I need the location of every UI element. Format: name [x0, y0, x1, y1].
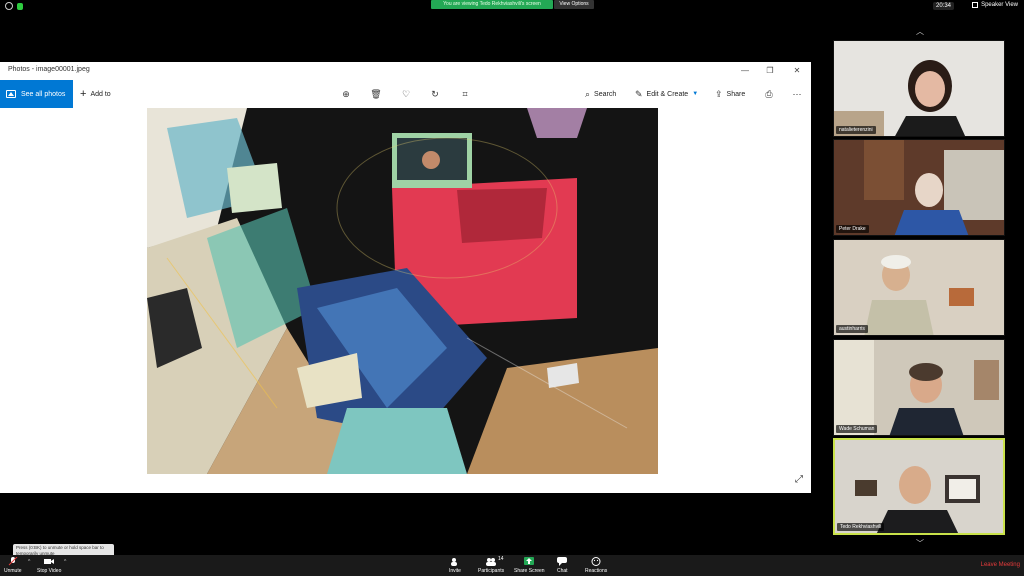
delete-icon[interactable]: 🗑: [369, 87, 383, 101]
unmute-button[interactable]: Unmute: [4, 557, 22, 574]
stop-video-button[interactable]: Stop Video: [37, 557, 61, 574]
reactions-button[interactable]: Reactions: [585, 557, 607, 574]
audio-options-chevron-icon[interactable]: ^: [28, 559, 30, 565]
unmute-label: Unmute: [4, 568, 22, 574]
invite-button[interactable]: Invite: [449, 557, 461, 574]
share-screen-label: Share Screen: [514, 568, 545, 574]
participant-tile-active-speaker[interactable]: Tedo Rekhviashvili: [833, 438, 1005, 535]
grid-icon: [972, 2, 979, 8]
share-label: Share: [726, 90, 746, 98]
participants-icon: [486, 558, 497, 566]
participants-label: Participants: [478, 568, 505, 574]
participants-count: 14: [498, 556, 504, 562]
stop-video-label: Stop Video: [37, 568, 62, 574]
chevron-down-icon[interactable]: ﹀: [913, 540, 927, 548]
print-icon[interactable]: ⎙: [762, 87, 776, 101]
search-label: Search: [594, 90, 617, 98]
participant-video: [835, 440, 1003, 533]
share-button[interactable]: ⇪ Share: [715, 80, 745, 108]
microphone-muted-icon: [8, 557, 18, 566]
crop-icon[interactable]: ⌗: [458, 87, 472, 101]
video-options-chevron-icon[interactable]: ^: [64, 559, 66, 565]
chat-icon: [557, 557, 568, 566]
edit-create-label: Edit & Create: [646, 90, 689, 98]
share-screen-button[interactable]: Share Screen: [514, 557, 545, 574]
expand-icon[interactable]: ⤢: [795, 474, 803, 485]
participant-tile[interactable]: austinharris: [833, 239, 1005, 336]
share-screen-icon: [524, 557, 535, 565]
top-bar: You are viewing Tedo Rekhviashvili's scr…: [0, 0, 1024, 12]
zoom-in-icon[interactable]: ⊕: [339, 87, 353, 101]
more-icon[interactable]: ⋯: [790, 87, 804, 101]
participant-video: [834, 240, 1004, 335]
participant-video: [834, 140, 1004, 235]
minimize-icon[interactable]: —: [735, 64, 755, 78]
meeting-time: 20:34: [932, 2, 954, 10]
participant-name: Peter Drake: [836, 225, 869, 233]
view-options-button[interactable]: View Options: [554, 0, 594, 9]
participant-video: [834, 41, 1004, 136]
invite-label: Invite: [449, 568, 461, 574]
photos-app-window: Photos - image00001.jpeg — ❐ ✕ See all p…: [0, 62, 811, 493]
zoom-window: You are viewing Tedo Rekhviashvili's scr…: [0, 0, 1024, 576]
see-all-photos-label: See all photos: [21, 90, 66, 98]
screen-share-banner: You are viewing Tedo Rekhviashvili's scr…: [431, 0, 553, 9]
reactions-label: Reactions: [585, 568, 608, 574]
photos-title-bar: Photos - image00001.jpeg — ❐ ✕: [0, 62, 811, 80]
lock-icon[interactable]: [17, 3, 23, 10]
speaker-view-button[interactable]: Speaker View: [972, 2, 1018, 8]
photos-toolbar: See all photos + Add to ⊕ 🗑 ♡ ↻ ⌗ ⌕ Sear…: [0, 80, 811, 108]
chevron-up-icon[interactable]: ︿: [913, 28, 927, 36]
smiley-icon: [591, 557, 601, 566]
top-left-icons: [5, 2, 23, 10]
info-icon[interactable]: [5, 2, 13, 10]
edit-create-button[interactable]: ✎ Edit & Create ▼: [635, 80, 698, 108]
restore-icon[interactable]: ❐: [760, 64, 780, 78]
participant-name: austinharris: [836, 325, 868, 333]
participant-name: Tedo Rekhviashvili: [837, 523, 885, 531]
gallery-icon: [6, 90, 16, 98]
artwork-illustration: [147, 108, 658, 474]
add-person-icon: [450, 558, 457, 566]
add-to-label: Add to: [90, 90, 111, 98]
heart-icon[interactable]: ♡: [399, 87, 413, 101]
participant-tile[interactable]: Peter Drake: [833, 139, 1005, 236]
participant-name: natalieterenzini: [836, 126, 876, 134]
participant-name: Wade Schuman: [836, 425, 878, 433]
plus-icon: +: [80, 88, 87, 100]
participant-tile[interactable]: natalieterenzini: [833, 40, 1005, 137]
chat-label: Chat: [557, 568, 568, 574]
see-all-photos-button[interactable]: See all photos: [0, 80, 73, 108]
speaker-view-label: Speaker View: [981, 2, 1018, 8]
chat-button[interactable]: Chat: [557, 557, 568, 574]
leave-meeting-button[interactable]: Leave Meeting: [981, 562, 1020, 568]
artwork-image: [147, 108, 658, 474]
photos-window-title: Photos - image00001.jpeg: [8, 66, 90, 73]
meeting-controls-bar: Unmute ^ Stop Video ^ Invite Participant…: [0, 555, 1024, 576]
participant-video: [834, 340, 1004, 435]
search-icon: ⌕: [585, 88, 591, 99]
participant-tile[interactable]: Wade Schuman: [833, 339, 1005, 436]
chevron-down-icon: ▼: [692, 91, 699, 97]
rotate-icon[interactable]: ↻: [428, 87, 442, 101]
close-icon[interactable]: ✕: [787, 64, 807, 78]
add-to-button[interactable]: + Add to: [80, 80, 111, 108]
search-button[interactable]: ⌕ Search: [585, 80, 616, 108]
edit-icon: ✎: [635, 88, 643, 99]
share-icon: ⇪: [715, 88, 723, 99]
video-camera-icon: [44, 559, 55, 564]
